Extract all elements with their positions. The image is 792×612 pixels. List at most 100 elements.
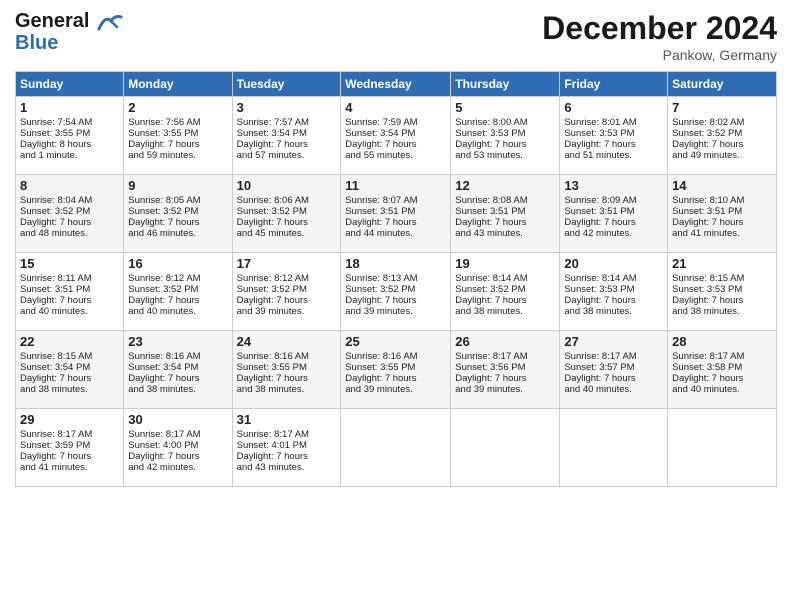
day-info-line: Sunset: 3:51 PM <box>345 206 446 217</box>
day-number: 20 <box>564 256 663 271</box>
day-number: 8 <box>20 178 119 193</box>
day-info-line: Daylight: 8 hours <box>20 139 119 150</box>
day-info-line: Sunset: 3:58 PM <box>672 362 772 373</box>
day-number: 17 <box>237 256 337 271</box>
day-info-line: Daylight: 7 hours <box>455 295 555 306</box>
table-cell: 3Sunrise: 7:57 AMSunset: 3:54 PMDaylight… <box>232 97 341 175</box>
table-cell <box>341 409 451 487</box>
table-cell: 23 Sunrise: 8:16 AMSunset: 3:54 PMDayligh… <box>124 331 232 409</box>
day-info-line: Daylight: 7 hours <box>672 217 772 228</box>
day-number: 21 <box>672 256 772 271</box>
day-info-line: Sunrise: 8:04 AM <box>20 195 119 206</box>
day-number: 24 <box>237 334 337 349</box>
day-number: 5 <box>455 100 555 115</box>
day-info-line: Sunrise: 7:59 AM <box>345 117 446 128</box>
table-cell: 17Sunrise: 8:12 AMSunset: 3:52 PMDayligh… <box>232 253 341 331</box>
day-info-line: Sunset: 3:52 PM <box>345 284 446 295</box>
day-info-line: Daylight: 7 hours <box>20 451 119 462</box>
day-info-line: Daylight: 7 hours <box>128 295 227 306</box>
day-info-line: and 38 minutes. <box>455 306 555 317</box>
day-info-line: Daylight: 7 hours <box>20 295 119 306</box>
day-info-line: Sunset: 3:51 PM <box>564 206 663 217</box>
logo: General Blue <box>15 10 123 54</box>
day-info-line: Sunset: 3:52 PM <box>455 284 555 295</box>
day-info-line: Sunset: 3:55 PM <box>345 362 446 373</box>
table-cell: 13Sunrise: 8:09 AMSunset: 3:51 PMDayligh… <box>560 175 668 253</box>
col-thursday: Thursday <box>451 72 560 97</box>
table-cell: 27Sunrise: 8:17 AMSunset: 3:57 PMDayligh… <box>560 331 668 409</box>
day-info-line: and 43 minutes. <box>237 462 337 473</box>
day-number: 23 <box>128 334 227 349</box>
day-number: 27 <box>564 334 663 349</box>
day-info-line: Daylight: 7 hours <box>128 373 227 384</box>
day-info-line: Daylight: 7 hours <box>237 217 337 228</box>
day-info-line: and 40 minutes. <box>672 384 772 395</box>
table-cell: 19Sunrise: 8:14 AMSunset: 3:52 PMDayligh… <box>451 253 560 331</box>
day-info-line: and 39 minutes. <box>237 306 337 317</box>
day-info-line: Sunrise: 8:06 AM <box>237 195 337 206</box>
day-info-line: Daylight: 7 hours <box>455 373 555 384</box>
day-info-line: and 39 minutes. <box>345 306 446 317</box>
day-info-line: and 44 minutes. <box>345 228 446 239</box>
day-info-line: and 40 minutes. <box>564 384 663 395</box>
day-info-line: Sunrise: 8:05 AM <box>128 195 227 206</box>
table-cell: 6Sunrise: 8:01 AMSunset: 3:53 PMDaylight… <box>560 97 668 175</box>
day-info-line: and 38 minutes. <box>672 306 772 317</box>
day-info-line: and 43 minutes. <box>455 228 555 239</box>
col-saturday: Saturday <box>668 72 777 97</box>
day-info-line: Daylight: 7 hours <box>237 373 337 384</box>
location: Pankow, Germany <box>542 47 777 63</box>
day-info-line: Sunrise: 8:12 AM <box>128 273 227 284</box>
day-info-line: Sunrise: 8:17 AM <box>20 429 119 440</box>
day-info-line: Sunset: 3:51 PM <box>20 284 119 295</box>
day-number: 11 <box>345 178 446 193</box>
day-info-line: and 39 minutes. <box>345 384 446 395</box>
table-cell: 28Sunrise: 8:17 AMSunset: 3:58 PMDayligh… <box>668 331 777 409</box>
day-info-line: Sunset: 3:52 PM <box>672 128 772 139</box>
day-info-line: and 41 minutes. <box>20 462 119 473</box>
col-monday: Monday <box>124 72 232 97</box>
table-cell: 7Sunrise: 8:02 AMSunset: 3:52 PMDaylight… <box>668 97 777 175</box>
day-info-line: Sunset: 3:52 PM <box>128 284 227 295</box>
table-cell: 29Sunrise: 8:17 AMSunset: 3:59 PMDayligh… <box>16 409 124 487</box>
table-cell: 20Sunrise: 8:14 AMSunset: 3:53 PMDayligh… <box>560 253 668 331</box>
day-info-line: Sunset: 3:52 PM <box>20 206 119 217</box>
calendar-week-row: 15Sunrise: 8:11 AMSunset: 3:51 PMDayligh… <box>16 253 777 331</box>
table-cell <box>560 409 668 487</box>
day-info-line: Sunrise: 7:54 AM <box>20 117 119 128</box>
logo-blue: Blue <box>15 32 123 54</box>
calendar-week-row: 8 Sunrise: 8:04 AMSunset: 3:52 PM Daylight… <box>16 175 777 253</box>
calendar-week-row: 1Sunrise: 7:54 AMSunset: 3:55 PMDaylight… <box>16 97 777 175</box>
day-info-line: Sunset: 3:53 PM <box>564 128 663 139</box>
day-info-line: Sunset: 3:51 PM <box>672 206 772 217</box>
day-info-line: Sunrise: 8:16 AM <box>345 351 446 362</box>
table-cell: 15Sunrise: 8:11 AMSunset: 3:51 PMDayligh… <box>16 253 124 331</box>
logo-general: General <box>15 10 123 32</box>
day-info-line: Sunset: 3:54 PM <box>345 128 446 139</box>
day-info-line: Sunrise: 8:17 AM <box>455 351 555 362</box>
day-info-line: Sunrise: 8:16 AM <box>128 351 227 362</box>
day-number: 10 <box>237 178 337 193</box>
day-info-line: and 40 minutes. <box>128 306 227 317</box>
day-info-line: Daylight: 7 hours <box>237 139 337 150</box>
calendar-body: 1 Sunrise: 7:54 AM Sunset: 3:55 PM Daylight… <box>16 97 777 487</box>
day-info-line: Sunset: 3:56 PM <box>455 362 555 373</box>
day-info-line: Sunrise: 8:11 AM <box>20 273 119 284</box>
day-number: 14 <box>672 178 772 193</box>
day-number: 25 <box>345 334 446 349</box>
day-info-line: Daylight: 7 hours <box>345 217 446 228</box>
day-info-line: Sunset: 3:53 PM <box>564 284 663 295</box>
day-info-line: Sunset: 3:54 PM <box>128 362 227 373</box>
day-info-line: Sunset: 3:54 PM <box>20 362 119 373</box>
day-info-line: and 51 minutes. <box>564 150 663 161</box>
day-info-line: Sunrise: 7:56 AM <box>128 117 227 128</box>
table-cell: 2Sunrise: 7:56 AMSunset: 3:55 PMDaylight… <box>124 97 232 175</box>
day-info-line: Daylight: 7 hours <box>237 295 337 306</box>
table-cell: 18Sunrise: 8:13 AMSunset: 3:52 PMDayligh… <box>341 253 451 331</box>
day-info-line: and 38 minutes. <box>564 306 663 317</box>
day-info-line: and 53 minutes. <box>455 150 555 161</box>
day-number: 1 <box>20 100 119 115</box>
day-info-line: Daylight: 7 hours <box>20 373 119 384</box>
day-number: 19 <box>455 256 555 271</box>
day-info-line: and 45 minutes. <box>237 228 337 239</box>
